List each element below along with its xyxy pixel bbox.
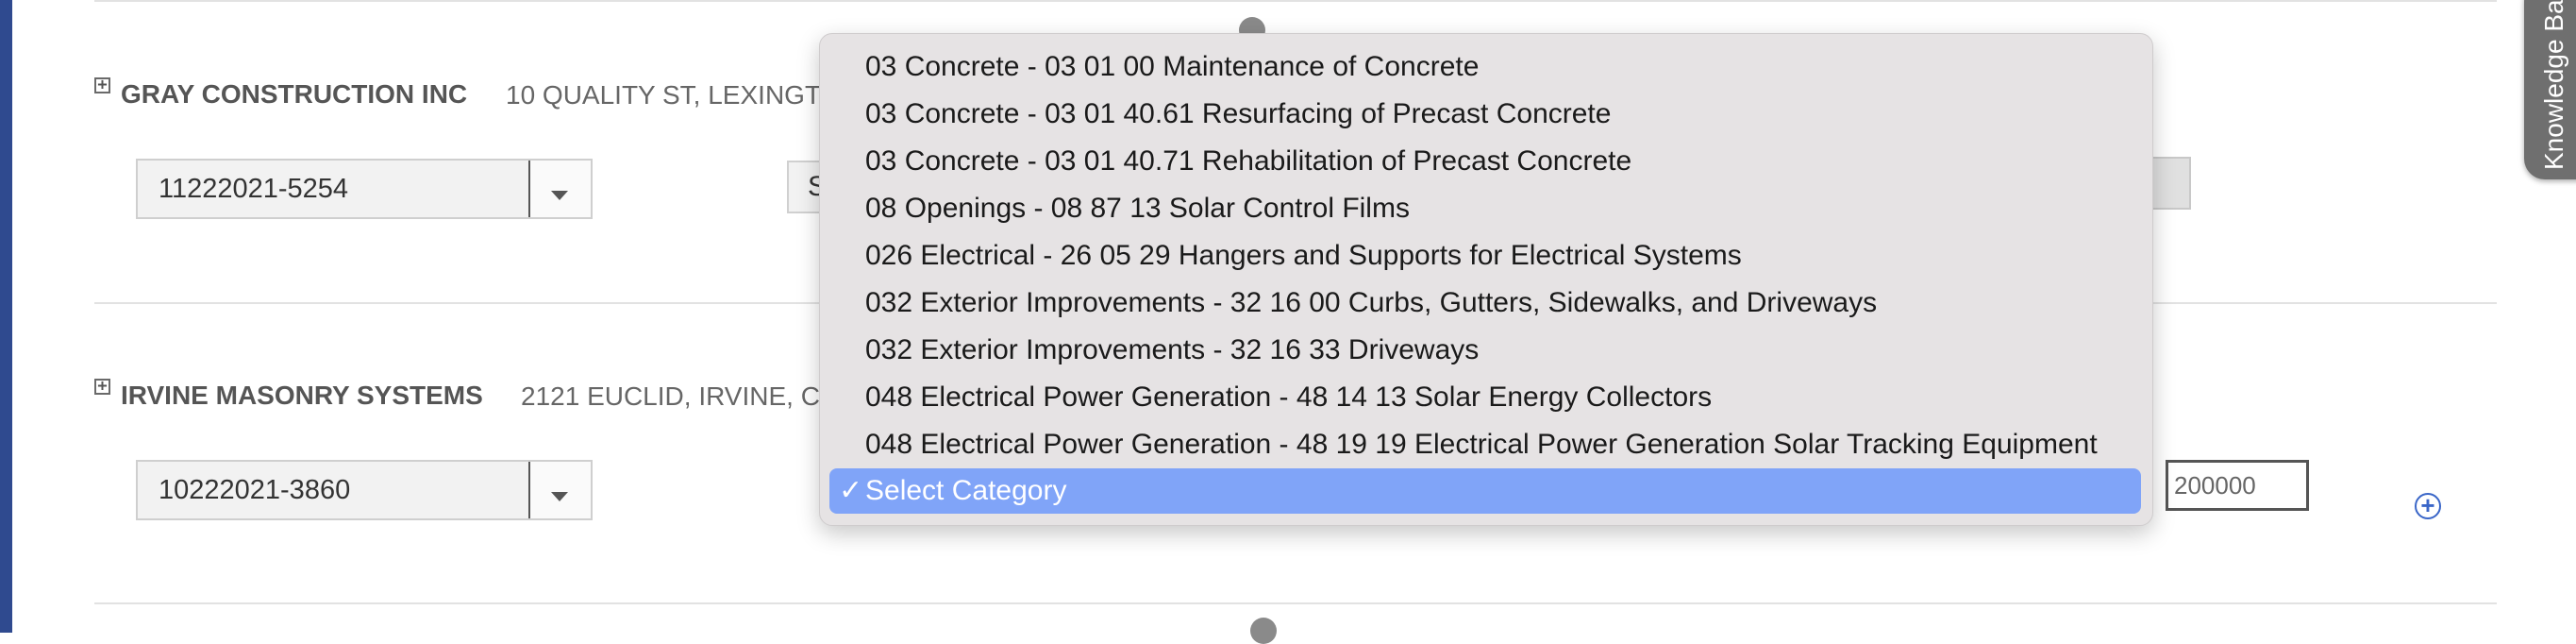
company-name-1: GRAY CONSTRUCTION INC (121, 79, 468, 109)
left-nav-strip (0, 0, 12, 633)
permit-dropdown-button-1[interactable] (528, 161, 591, 217)
add-row-icon[interactable]: + (2415, 493, 2441, 519)
row-divider-bottom (94, 602, 2497, 604)
expand-row-1-icon[interactable]: + (94, 77, 110, 93)
category-option[interactable]: 032 Exterior Improvements - 32 16 00 Cur… (865, 280, 1877, 327)
category-option[interactable]: 03 Concrete - 03 01 40.71 Rehabilitation… (865, 138, 1631, 185)
category-option[interactable]: 048 Electrical Power Generation - 48 14 … (865, 374, 1712, 421)
amount-input-2[interactable] (2166, 460, 2309, 511)
category-option-selected[interactable]: ✓ Select Category (829, 468, 2141, 514)
scroll-knob-bottom[interactable] (1250, 618, 1277, 644)
knowledge-base-tab-label: Knowledge Ba (2539, 0, 2568, 170)
chevron-down-icon (551, 492, 568, 501)
chevron-down-icon (551, 191, 568, 200)
category-option[interactable]: 03 Concrete - 03 01 40.61 Resurfacing of… (865, 91, 1611, 138)
checkmark-icon: ✓ (839, 475, 863, 506)
permit-combo-1[interactable]: 11222021-5254 (136, 159, 593, 219)
permit-dropdown-button-2[interactable] (528, 462, 591, 518)
category-option[interactable]: 032 Exterior Improvements - 32 16 33 Dri… (865, 327, 1479, 374)
permit-combo-2[interactable]: 10222021-3860 (136, 460, 593, 520)
category-option[interactable]: 026 Electrical - 26 05 29 Hangers and Su… (865, 232, 1742, 280)
expand-row-2-icon[interactable]: + (94, 379, 110, 395)
category-option[interactable]: 03 Concrete - 03 01 00 Maintenance of Co… (865, 43, 1479, 91)
row-divider-top (94, 0, 2497, 2)
knowledge-base-tab[interactable]: Knowledge Ba (2524, 0, 2576, 179)
category-dropdown-menu[interactable]: 03 Concrete - 03 01 00 Maintenance of Co… (819, 33, 2153, 526)
selected-category-label: Select Category (865, 475, 1067, 506)
category-option[interactable]: 048 Electrical Power Generation - 48 19 … (865, 421, 2098, 468)
permit-value-1: 11222021-5254 (159, 174, 349, 204)
company-name-2: IRVINE MASONRY SYSTEMS (121, 381, 483, 410)
company-address-1: 10 QUALITY ST, LEXINGT (506, 80, 822, 110)
permit-value-2: 10222021-3860 (159, 475, 351, 505)
company-address-2: 2121 EUCLID, IRVINE, C (521, 381, 820, 411)
category-option[interactable]: 08 Openings - 08 87 13 Solar Control Fil… (865, 185, 1410, 232)
